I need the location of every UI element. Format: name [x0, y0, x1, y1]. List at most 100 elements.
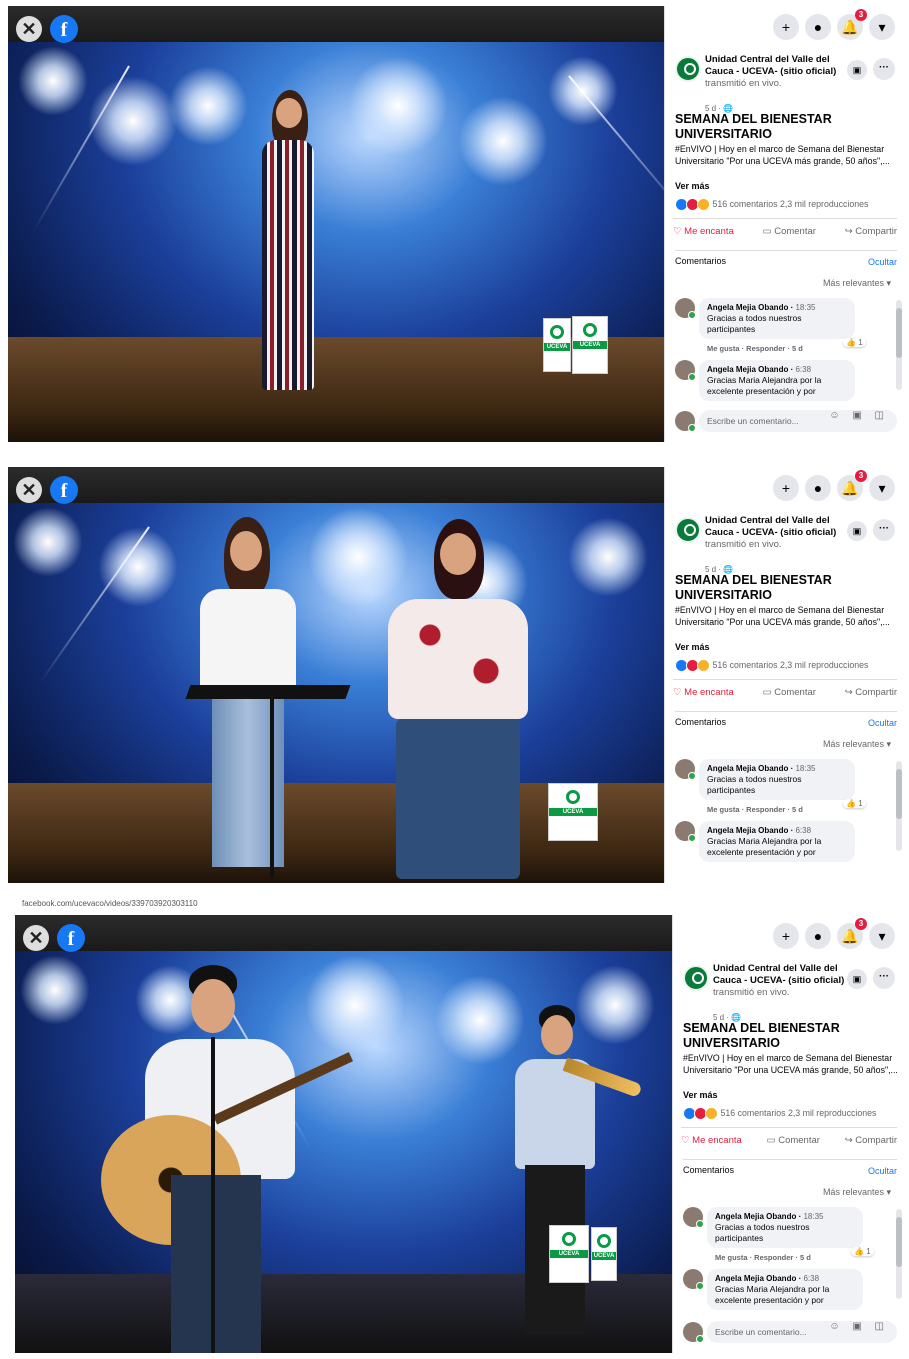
singer-woman-right: [378, 519, 538, 883]
hide-comments-link[interactable]: Ocultar: [868, 257, 897, 267]
hide-comments-link[interactable]: Ocultar: [868, 1166, 897, 1176]
save-icon[interactable]: ▣: [847, 60, 867, 80]
live-video-stage[interactable]: UCEVA ✕ f: [8, 467, 665, 883]
commenter-avatar[interactable]: [675, 821, 696, 842]
comment-button[interactable]: ▭ Comentar: [767, 1135, 820, 1146]
screenshot-panel-2: UCEVA ✕ f + ● 🔔 3 ▾ Unidad Central del Va…: [8, 467, 905, 883]
comments-scrollbar[interactable]: [896, 761, 902, 851]
top-icons: + ● 🔔 3 ▾: [773, 470, 895, 501]
share-button[interactable]: ↪ Compartir: [845, 1135, 897, 1146]
close-icon[interactable]: ✕: [16, 16, 42, 42]
reaction-icons[interactable]: [675, 659, 710, 672]
commenter-avatar[interactable]: [675, 759, 696, 780]
page-name[interactable]: Unidad Central del Valle del Cauca - UCE…: [705, 54, 837, 90]
comment-actions[interactable]: Me gusta · Responder · 5 d: [707, 344, 803, 353]
comments-count[interactable]: 516 comentarios: [720, 1108, 785, 1118]
messenger-icon[interactable]: ●: [805, 475, 831, 501]
facebook-logo-icon[interactable]: f: [50, 15, 78, 43]
comment-button[interactable]: ▭ Comentar: [763, 687, 816, 698]
more-options-icon[interactable]: ···: [873, 519, 895, 541]
uceva-logo-sign: UCEVA: [572, 316, 608, 374]
stage-light: [88, 76, 178, 166]
commenter-avatar[interactable]: [675, 360, 696, 381]
messenger-icon[interactable]: ●: [805, 14, 831, 40]
page-avatar[interactable]: [683, 965, 709, 991]
account-menu-icon[interactable]: ▾: [869, 14, 895, 40]
post-actions: ♡ Me encanta ▭ Comentar ↪ Compartir: [673, 218, 897, 243]
sort-comments-dropdown[interactable]: Más relevantes ▾: [823, 739, 891, 750]
sort-comments-dropdown[interactable]: Más relevantes ▾: [823, 1187, 891, 1198]
facebook-logo-icon[interactable]: f: [50, 476, 78, 504]
see-more-link[interactable]: Ver más: [675, 642, 710, 652]
account-menu-icon[interactable]: ▾: [869, 475, 895, 501]
notification-badge: 3: [855, 918, 867, 930]
comment-bubble: Angela Mejia Obando · 18:35 Gracias a to…: [699, 759, 855, 800]
comments-scrollbar[interactable]: [896, 1209, 902, 1299]
microphone-stand: [211, 1037, 215, 1353]
comment-like-count[interactable]: 👍 1: [843, 799, 866, 808]
comments-count[interactable]: 516 comentarios: [712, 199, 777, 209]
post-stats: 516 comentarios 2,3 mil reproducciones: [683, 1107, 901, 1120]
sort-comments-dropdown[interactable]: Más relevantes ▾: [823, 278, 891, 289]
uceva-logo-sign: UCEVA: [549, 1225, 589, 1283]
video-title: SEMANA DEL BIENESTAR UNIVERSITARIO: [683, 1021, 840, 1050]
video-top-bar: [8, 467, 665, 503]
commenter-avatar[interactable]: [675, 298, 696, 319]
love-button[interactable]: ♡ Me encanta: [681, 1135, 742, 1146]
page-name[interactable]: Unidad Central del Valle del Cauca - UCE…: [705, 515, 837, 551]
notifications-bell-icon[interactable]: 🔔 3: [837, 918, 867, 949]
more-options-icon[interactable]: ···: [873, 967, 895, 989]
top-icons: + ● 🔔 3 ▾: [773, 918, 895, 949]
more-options-icon[interactable]: ···: [873, 58, 895, 80]
comment-like-count[interactable]: 👍 1: [851, 1247, 874, 1256]
stage-light: [168, 66, 248, 146]
plus-icon[interactable]: +: [773, 475, 799, 501]
guitarist-man: [85, 965, 354, 1353]
page-name[interactable]: Unidad Central del Valle del Cauca - UCE…: [713, 963, 845, 999]
page-avatar[interactable]: [675, 56, 701, 82]
messenger-icon[interactable]: ●: [805, 923, 831, 949]
comment-composer: Escribe un comentario... ☺ ▣ ◫: [675, 410, 897, 432]
live-video-stage[interactable]: UCEVA UCEVA ✕ f: [15, 915, 673, 1353]
comment-composer: Escribe un comentario... ☺ ▣ ◫: [683, 1321, 897, 1343]
comments-count[interactable]: 516 comentarios: [712, 660, 777, 670]
share-button[interactable]: ↪ Compartir: [845, 226, 897, 237]
close-icon[interactable]: ✕: [16, 477, 42, 503]
post-stats: 516 comentarios 2,3 mil reproducciones: [675, 198, 901, 211]
notifications-bell-icon[interactable]: 🔔 3: [837, 9, 867, 40]
notifications-bell-icon[interactable]: 🔔 3: [837, 470, 867, 501]
composer-emoji-icons[interactable]: ☺ ▣ ◫: [829, 1321, 889, 1332]
comment-actions[interactable]: Me gusta · Responder · 5 d: [707, 805, 803, 814]
close-icon[interactable]: ✕: [23, 925, 49, 951]
commenter-avatar[interactable]: [683, 1207, 704, 1228]
comment-button[interactable]: ▭ Comentar: [763, 226, 816, 237]
commenter-avatar[interactable]: [683, 1269, 704, 1290]
composer-emoji-icons[interactable]: ☺ ▣ ◫: [829, 410, 889, 421]
stage-light: [458, 96, 548, 186]
save-icon[interactable]: ▣: [847, 521, 867, 541]
plus-icon[interactable]: +: [773, 923, 799, 949]
love-button[interactable]: ♡ Me encanta: [673, 687, 734, 698]
page-avatar[interactable]: [675, 517, 701, 543]
live-video-stage[interactable]: UCEVA UCEVA ✕ f: [8, 6, 665, 442]
hide-comments-link[interactable]: Ocultar: [868, 718, 897, 728]
comment-actions[interactable]: Me gusta · Responder · 5 d: [715, 1253, 811, 1262]
account-menu-icon[interactable]: ▾: [869, 923, 895, 949]
comments-scrollbar[interactable]: [896, 300, 902, 390]
comment-bubble: Angela Mejia Obando · 6:38 Gracias Maria…: [699, 821, 855, 862]
plus-icon[interactable]: +: [773, 14, 799, 40]
see-more-link[interactable]: Ver más: [675, 181, 710, 191]
reaction-icons[interactable]: [675, 198, 710, 211]
facebook-logo-icon[interactable]: f: [57, 924, 85, 952]
comment-like-count[interactable]: 👍 1: [843, 338, 866, 347]
browser-url-bar[interactable]: facebook.com/ucevaco/videos/339703920303…: [0, 895, 909, 913]
see-more-link[interactable]: Ver más: [683, 1090, 718, 1100]
screenshot-panel-3: UCEVA UCEVA ✕ f + ● 🔔 3 ▾ Unidad Central …: [15, 915, 905, 1353]
love-button[interactable]: ♡ Me encanta: [673, 226, 734, 237]
views-count: 2,3 mil reproducciones: [779, 659, 869, 670]
stage-light: [18, 46, 88, 116]
save-icon[interactable]: ▣: [847, 969, 867, 989]
reaction-icons[interactable]: [683, 1107, 718, 1120]
stage-light: [20, 955, 90, 1025]
share-button[interactable]: ↪ Compartir: [845, 687, 897, 698]
